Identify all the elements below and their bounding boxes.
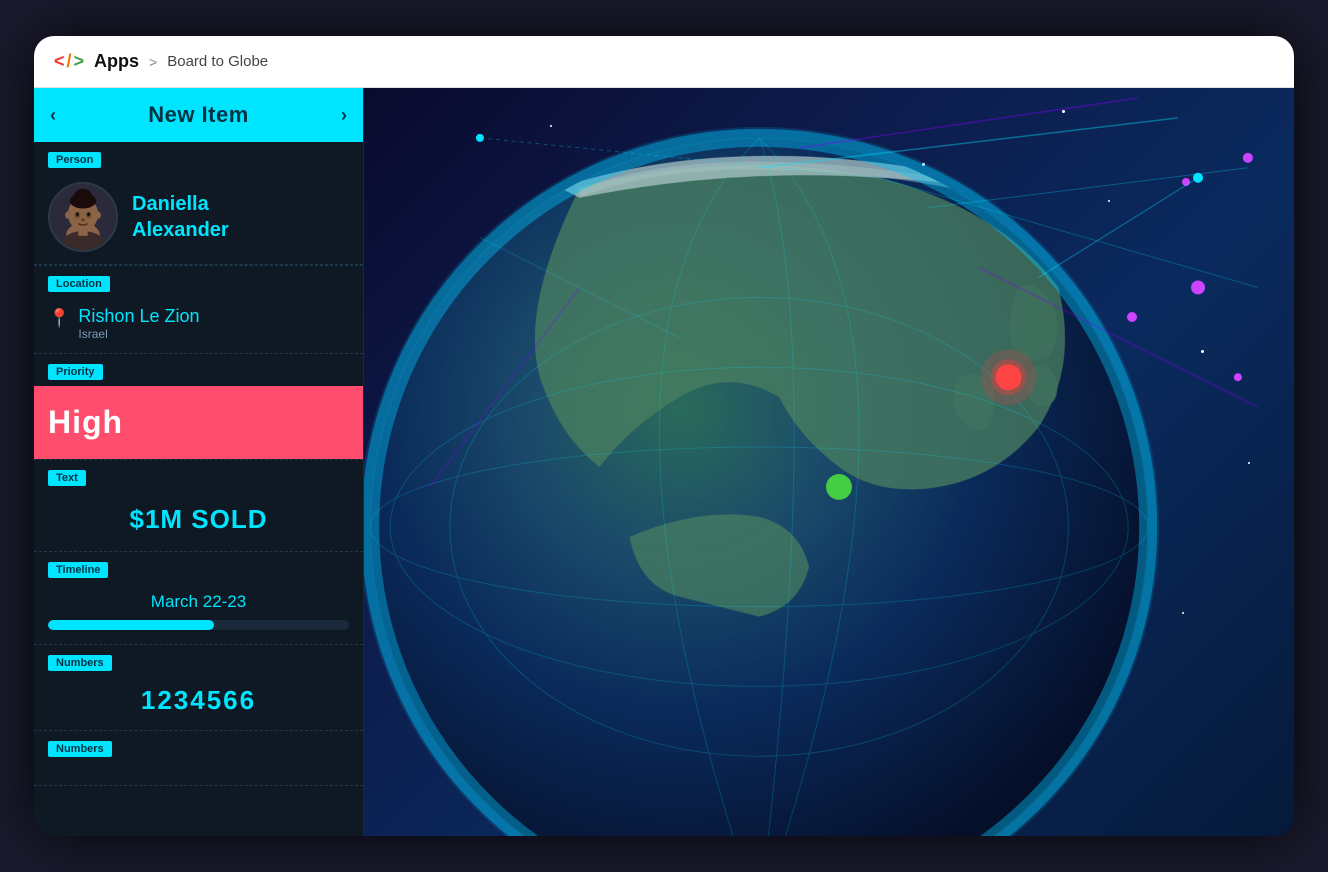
priority-bar: High: [34, 386, 363, 459]
numbers-label-1: Numbers: [48, 655, 112, 671]
breadcrumb: Board to Globe: [167, 53, 268, 70]
globe-svg: [364, 88, 1294, 836]
device-frame: < / > Apps > Board to Globe ‹ New Item ›…: [34, 36, 1294, 836]
priority-label: Priority: [48, 364, 103, 380]
globe-area: [364, 88, 1294, 836]
numbers-label-2: Numbers: [48, 741, 112, 757]
next-arrow-icon[interactable]: ›: [341, 105, 347, 126]
text-section: Text $1M SOLD: [34, 460, 363, 552]
main-content: ‹ New Item › Person: [34, 88, 1294, 836]
person-details: Daniella Alexander: [34, 174, 363, 265]
avatar: [48, 182, 118, 252]
sidebar-panel: ‹ New Item › Person: [34, 88, 364, 836]
timeline-section: Timeline March 22-23: [34, 552, 363, 645]
timeline-label: Timeline: [48, 562, 108, 578]
person-label: Person: [48, 152, 101, 168]
location-country: Israel: [78, 327, 199, 341]
top-nav: < / > Apps > Board to Globe: [34, 36, 1294, 88]
text-label: Text: [48, 470, 86, 486]
timeline-details: March 22-23: [34, 584, 363, 644]
logo-slash: /: [67, 51, 72, 72]
person-section: Person: [34, 142, 363, 266]
text-value-container: $1M SOLD: [34, 492, 363, 551]
priority-value: High: [48, 404, 123, 441]
logo-gt: >: [74, 51, 85, 72]
logo-lt: <: [54, 51, 65, 72]
numbers-value-container-1: 1234566: [34, 677, 363, 730]
apps-label[interactable]: Apps: [94, 51, 139, 72]
numbers-value-container-2: [34, 763, 363, 785]
location-city: Rishon Le Zion: [78, 306, 199, 327]
new-item-title: New Item: [148, 102, 249, 128]
new-item-header[interactable]: ‹ New Item ›: [34, 88, 363, 142]
numbers-section-2: Numbers: [34, 731, 363, 786]
nav-chevron-icon: >: [149, 54, 157, 70]
location-label: Location: [48, 276, 110, 292]
priority-section: Priority High: [34, 354, 363, 460]
prev-arrow-icon[interactable]: ‹: [50, 105, 56, 126]
text-value: $1M SOLD: [129, 504, 267, 534]
timeline-progress: [48, 620, 214, 630]
numbers-section-1: Numbers 1234566: [34, 645, 363, 731]
timeline-date: March 22-23: [48, 592, 349, 612]
timeline-bar: [48, 620, 349, 630]
numbers-value-1: 1234566: [141, 685, 256, 715]
location-details: 📍 Rishon Le Zion Israel: [34, 298, 363, 353]
location-section: Location 📍 Rishon Le Zion Israel: [34, 266, 363, 354]
logo-icon: < / >: [54, 51, 84, 72]
person-name: Daniella Alexander: [132, 191, 229, 243]
location-pin-icon: 📍: [48, 308, 70, 329]
